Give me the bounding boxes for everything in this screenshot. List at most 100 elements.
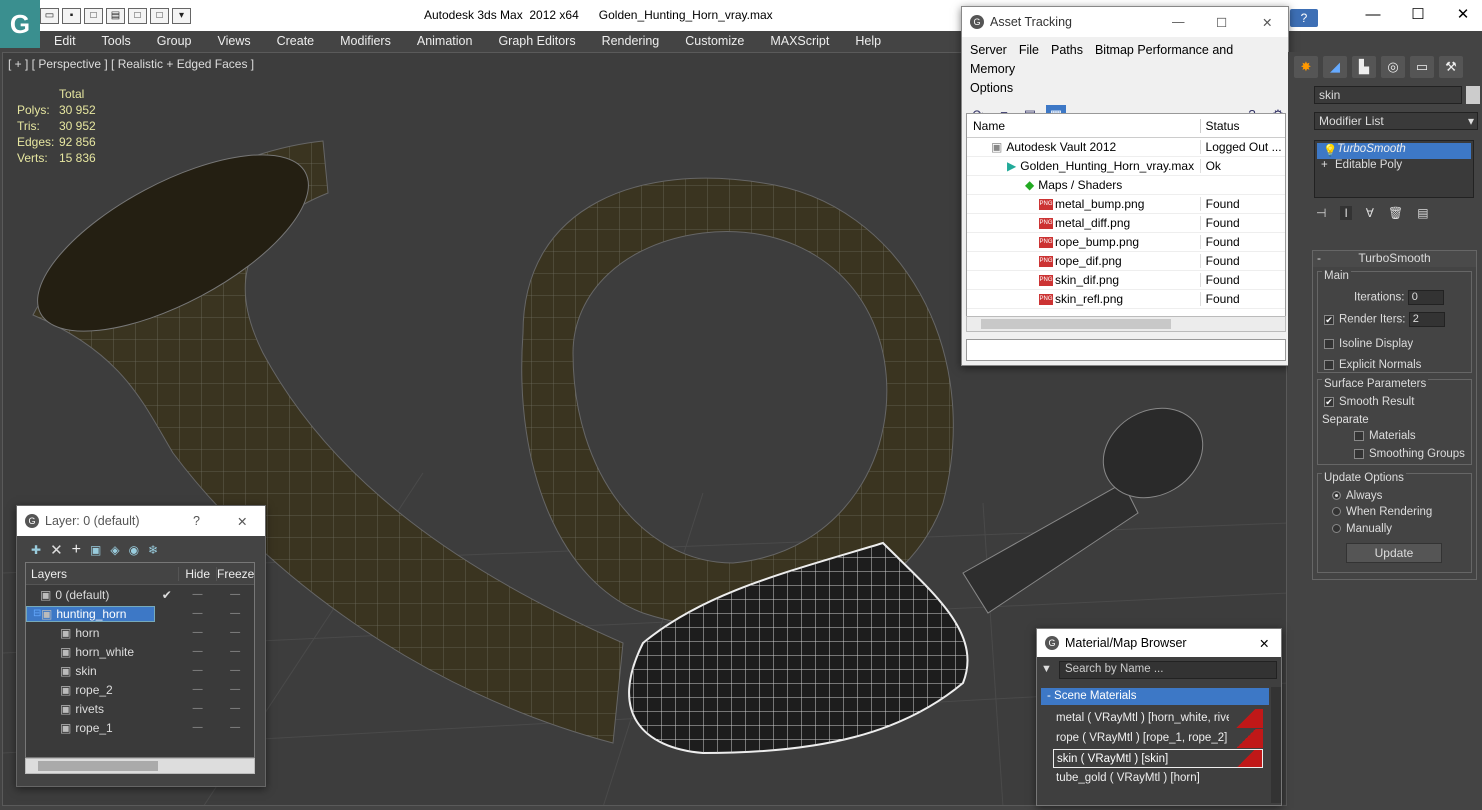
minimize-button[interactable]: — <box>1358 4 1388 26</box>
asset-table-scrollbar[interactable] <box>966 316 1286 332</box>
object-name-field[interactable]: skin <box>1314 86 1462 104</box>
when-rendering-radio[interactable] <box>1332 507 1341 517</box>
asset-tracking-titlebar[interactable]: G Asset Tracking — ☐ ✕ <box>962 7 1288 37</box>
create-tab-icon[interactable]: ✸ <box>1294 56 1318 78</box>
select-objects-icon[interactable]: ▣ <box>90 543 101 557</box>
close-icon[interactable]: ✕ <box>237 514 247 529</box>
show-end-result-icon[interactable]: I <box>1340 206 1352 220</box>
hide-toggle[interactable]: — <box>179 684 217 695</box>
maximize-button[interactable]: ☐ <box>1403 4 1433 26</box>
freeze-toggle[interactable]: — <box>216 665 254 676</box>
table-row[interactable]: PNG skin_refl.png Found <box>967 290 1285 309</box>
table-row[interactable]: PNG rope_dif.png Found <box>967 252 1285 271</box>
modify-tab-icon[interactable]: ◢ <box>1323 56 1347 78</box>
menu-tools[interactable]: Tools <box>88 31 143 52</box>
current-layer-mark[interactable]: ✔ <box>155 588 179 602</box>
material-item[interactable]: tube_gold ( VRayMtl ) [horn] <box>1053 769 1263 788</box>
freeze-toggle[interactable]: — <box>216 684 254 695</box>
iterations-spinner[interactable]: 0 <box>1407 290 1444 305</box>
hide-toggle[interactable]: — <box>179 703 217 714</box>
layer-manager-titlebar[interactable]: G Layer: 0 (default) ? ✕ <box>17 506 265 536</box>
materials-checkbox[interactable] <box>1354 430 1364 441</box>
menu-help[interactable]: Help <box>841 31 893 52</box>
viewport-label[interactable]: [ + ] [ Perspective ] [ Realistic + Edge… <box>8 57 254 71</box>
explicit-normals-checkbox[interactable] <box>1324 359 1334 370</box>
help-button[interactable]: ? <box>1290 9 1318 27</box>
stack-item-editable-poly[interactable]: + Editable Poly <box>1315 159 1473 175</box>
chevron-down-icon[interactable]: ▾ <box>172 8 191 24</box>
save-icon[interactable]: ▪ <box>62 8 81 24</box>
table-row[interactable]: PNG rope_bump.png Found <box>967 233 1285 252</box>
app-logo-icon[interactable]: G <box>0 0 40 48</box>
table-row[interactable]: ▶ Golden_Hunting_Horn_vray.max Ok <box>967 157 1285 176</box>
freeze-toggle[interactable]: — <box>216 608 254 619</box>
layer-row[interactable]: ▣ rivets — — <box>26 699 254 718</box>
options-dropdown-icon[interactable]: ▼ <box>1041 663 1052 675</box>
menu-group[interactable]: Group <box>143 31 204 52</box>
freeze-all-icon[interactable]: ❄ <box>148 543 158 557</box>
maximize-icon[interactable]: ☐ <box>1216 15 1227 30</box>
table-row[interactable]: PNG metal_diff.png Found <box>967 214 1285 233</box>
new-scene-icon[interactable]: □ <box>84 8 103 24</box>
render-iters-spinner[interactable]: 2 <box>1408 312 1445 327</box>
fetch-icon[interactable]: □ <box>150 8 169 24</box>
close-icon[interactable]: ✕ <box>1262 15 1272 30</box>
menu-customize[interactable]: Customize <box>671 31 756 52</box>
display-tab-icon[interactable]: ▭ <box>1410 56 1434 78</box>
hide-all-icon[interactable]: ◉ <box>129 543 139 557</box>
stack-item-turbosmooth[interactable]: 💡 TurboSmooth <box>1317 143 1471 159</box>
at-menu-server[interactable]: Server <box>970 43 1007 57</box>
utilities-tab-icon[interactable]: ⚒ <box>1439 56 1463 78</box>
hide-toggle[interactable]: — <box>179 722 217 733</box>
freeze-toggle[interactable]: — <box>216 722 254 733</box>
manually-radio[interactable] <box>1332 524 1341 534</box>
freeze-toggle[interactable]: — <box>216 703 254 714</box>
layer-row[interactable]: ▣ horn — — <box>26 623 254 642</box>
make-unique-icon[interactable]: ∀ <box>1366 206 1374 220</box>
motion-tab-icon[interactable]: ◎ <box>1381 56 1405 78</box>
remove-modifier-icon[interactable]: 🗑 <box>1388 206 1403 220</box>
isoline-checkbox[interactable] <box>1324 338 1334 349</box>
col-freeze[interactable]: Freeze <box>216 566 254 581</box>
smoothing-groups-checkbox[interactable] <box>1354 448 1364 459</box>
object-color-swatch[interactable] <box>1466 86 1480 104</box>
freeze-toggle[interactable]: — <box>216 646 254 657</box>
at-menu-options[interactable]: Options <box>970 81 1013 95</box>
menu-create[interactable]: Create <box>263 31 327 52</box>
hold-icon[interactable]: □ <box>128 8 147 24</box>
expand-icon[interactable]: + <box>1321 159 1328 171</box>
menu-views[interactable]: Views <box>203 31 262 52</box>
material-item[interactable]: rope ( VRayMtl ) [rope_1, rope_2] <box>1053 729 1263 748</box>
pin-stack-icon[interactable]: ⊣ <box>1316 206 1326 220</box>
layer-row[interactable]: ⊟ ▣ hunting_horn — — <box>26 604 254 623</box>
hide-toggle[interactable]: — <box>179 608 217 619</box>
material-item[interactable]: metal ( VRayMtl ) [horn_white, rivets] <box>1053 709 1263 728</box>
col-layers[interactable]: Layers <box>26 567 155 581</box>
table-row[interactable]: ◆ Maps / Shaders <box>967 176 1285 195</box>
always-radio[interactable] <box>1332 491 1341 501</box>
hierarchy-tab-icon[interactable]: ▙ <box>1352 56 1376 78</box>
at-menu-paths[interactable]: Paths <box>1051 43 1083 57</box>
project-folder-icon[interactable]: ▤ <box>106 8 125 24</box>
collapse-icon[interactable]: ⊟ <box>33 608 41 619</box>
material-browser-scrollbar[interactable] <box>1271 687 1281 803</box>
hide-toggle[interactable]: — <box>179 589 217 600</box>
material-item[interactable]: skin ( VRayMtl ) [skin] <box>1053 749 1263 768</box>
lightbulb-icon[interactable]: 💡 <box>1323 143 1337 157</box>
add-to-layer-icon[interactable]: + <box>72 541 81 559</box>
layer-table-scrollbar[interactable] <box>25 758 255 774</box>
menu-graph-editors[interactable]: Graph Editors <box>484 31 587 52</box>
menu-modifiers[interactable]: Modifiers <box>326 31 403 52</box>
hide-toggle[interactable]: — <box>179 627 217 638</box>
delete-icon[interactable]: ✕ <box>50 541 63 559</box>
layer-row[interactable]: ▣ rope_2 — — <box>26 680 254 699</box>
scrollbar-thumb[interactable] <box>981 319 1171 329</box>
asset-path-field[interactable] <box>966 339 1286 361</box>
modifier-list-dropdown[interactable]: Modifier List ▾ <box>1314 112 1478 130</box>
open-file-icon[interactable]: ▭ <box>40 8 59 24</box>
layer-row[interactable]: ▣ 0 (default) ✔ — — <box>26 585 254 604</box>
update-button[interactable]: Update <box>1346 543 1442 563</box>
menu-animation[interactable]: Animation <box>403 31 485 52</box>
at-menu-bitmap-performance-and-memory[interactable]: Bitmap Performance and Memory <box>970 43 1233 76</box>
menu-rendering[interactable]: Rendering <box>588 31 672 52</box>
